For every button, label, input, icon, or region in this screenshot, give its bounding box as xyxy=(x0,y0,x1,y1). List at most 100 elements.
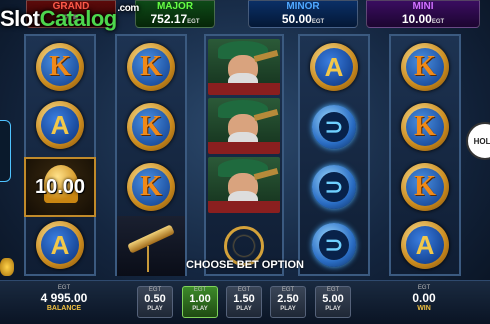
k-symbol-letter: K xyxy=(41,48,79,86)
bet-play-label: PLAY xyxy=(147,306,163,312)
a-symbol-letter: A xyxy=(406,226,444,264)
reel-2: K K K xyxy=(115,34,187,276)
bottom-control-bar: EGT 4 995.00 BALANCE EGT 0.50 PLAY EGT 1… xyxy=(0,280,490,324)
watermark-logo: SlotCatalog .com xyxy=(0,3,139,32)
a-symbol-letter: A xyxy=(41,106,79,144)
reel-5-cell-1: K xyxy=(391,38,459,96)
k-symbol-icon: K xyxy=(127,103,175,151)
bet-value: 1.00 xyxy=(189,293,211,305)
a-symbol-icon: A xyxy=(36,221,84,269)
bet-button-1-50[interactable]: EGT 1.50 PLAY xyxy=(226,286,262,318)
k-symbol-letter: K xyxy=(406,48,444,86)
paytable-coin-icon[interactable] xyxy=(0,258,14,276)
reel-2-cell-2: K xyxy=(117,98,185,156)
reel-1-cell-4: A xyxy=(26,216,94,274)
k-symbol-icon: K xyxy=(127,163,175,211)
jackpot-major-egt: EGT xyxy=(187,19,200,25)
bet-value: 1.50 xyxy=(233,293,255,305)
jackpot-mini: MINI 10.00EGT xyxy=(366,0,480,28)
a-symbol-letter: A xyxy=(41,226,79,264)
watermark-slot: Slot xyxy=(0,6,40,31)
k-symbol-letter: K xyxy=(406,108,444,146)
jackpot-major-name: MAJOR xyxy=(156,1,194,12)
reel-3-cell-3 xyxy=(206,156,282,214)
bell-bonus-value: 10.00 xyxy=(34,175,86,198)
jackpot-minor-name: MINOR xyxy=(286,1,320,12)
reel-2-cell-1: K xyxy=(117,38,185,96)
k-symbol-icon: K xyxy=(401,163,449,211)
k-symbol-letter: K xyxy=(132,108,170,146)
bet-button-2-50[interactable]: EGT 2.50 PLAY xyxy=(270,286,306,318)
jackpot-minor-amount: 50.00 xyxy=(281,12,312,26)
telescope-icon xyxy=(127,224,175,254)
a-symbol-icon: A xyxy=(401,221,449,269)
k-symbol-letter: K xyxy=(406,168,444,206)
reel-5: K K K A xyxy=(389,34,461,276)
bet-play-label: PLAY xyxy=(192,306,208,312)
jackpot-minor-value: 50.00EGT xyxy=(249,12,357,29)
k-symbol-letter: K xyxy=(132,48,170,86)
k-symbol-letter: K xyxy=(132,168,170,206)
bet-button-5-00[interactable]: EGT 5.00 PLAY xyxy=(315,286,351,318)
a-symbol-icon: A xyxy=(36,101,84,149)
jackpot-major-value: 752.17EGT xyxy=(136,12,214,29)
choose-bet-message: CHOOSE BET OPTION xyxy=(186,259,304,271)
tripod-icon xyxy=(147,246,149,272)
jackpot-mini-value: 10.00EGT xyxy=(367,12,479,29)
bet-value: 2.50 xyxy=(277,293,299,305)
win-label: WIN xyxy=(417,305,431,312)
jackpot-major-amount: 752.17 xyxy=(150,12,188,26)
blue-ring-icon: ⊃ xyxy=(312,165,356,209)
jackpot-minor: MINOR 50.00EGT xyxy=(248,0,358,28)
astronomer-portrait-icon xyxy=(208,98,280,154)
k-symbol-icon: K xyxy=(401,43,449,91)
bet-play-label: PLAY xyxy=(280,306,296,312)
jackpot-mini-egt: EGT xyxy=(431,19,445,25)
bet-button-0-50[interactable]: EGT 0.50 PLAY xyxy=(137,286,173,318)
reel-3-cell-2 xyxy=(206,97,282,155)
reel-5-cell-3: K xyxy=(391,158,459,216)
reel-1: K A 10.00 A xyxy=(24,34,96,276)
win-amount: 0.00 xyxy=(412,291,436,305)
game-stage: GRAND 7 5 MAJOR 752.17EGT MINOR 50.00EGT… xyxy=(0,0,490,324)
reel-2-cell-3: K xyxy=(117,158,185,216)
bet-play-label: PLAY xyxy=(325,306,341,312)
watermark-catalog: Catalog xyxy=(39,6,118,31)
reel-4-cell-1: A xyxy=(300,38,368,96)
blue-ring-icon: ⊃ xyxy=(312,105,356,149)
reel-4-cell-3: ⊃ xyxy=(300,158,368,216)
reel-1-cell-1: K xyxy=(26,38,94,96)
jackpot-mini-name: MINI xyxy=(412,1,434,12)
reel-3-cell-1 xyxy=(206,38,282,96)
bet-value: 5.00 xyxy=(322,293,344,305)
a-symbol-icon: A xyxy=(310,43,358,91)
k-symbol-icon: K xyxy=(36,43,84,91)
reel-4-cell-2: ⊃ xyxy=(300,98,368,156)
balance-amount: 4 995.00 xyxy=(40,291,88,305)
bet-value: 0.50 xyxy=(144,293,166,305)
reel-3 xyxy=(204,34,284,276)
watermark-com: .com xyxy=(117,3,139,14)
reel-5-cell-4: A xyxy=(391,216,459,274)
win-display: EGT 0.00 WIN xyxy=(396,285,452,312)
reel-1-cell-2: A xyxy=(26,96,94,154)
reel-5-cell-2: K xyxy=(391,98,459,156)
k-symbol-icon: K xyxy=(127,43,175,91)
bell-bonus-cell: 10.00 xyxy=(24,157,96,217)
jackpot-minor-egt: EGT xyxy=(311,19,325,25)
balance-label: BALANCE xyxy=(46,305,82,312)
astronomer-portrait-icon xyxy=(208,39,280,95)
ring-glyph: ⊃ xyxy=(319,112,349,142)
ring-glyph: ⊃ xyxy=(319,230,349,260)
jackpot-major: MAJOR 752.17EGT xyxy=(135,0,215,28)
jackpot-mini-amount: 10.00 xyxy=(401,12,432,26)
bet-button-1-00[interactable]: EGT 1.00 PLAY xyxy=(182,286,218,318)
astronomer-portrait-icon xyxy=(208,157,280,213)
bet-play-label: PLAY xyxy=(236,306,252,312)
balance-display: EGT 4 995.00 BALANCE xyxy=(28,285,100,312)
side-menu-button[interactable] xyxy=(0,120,11,182)
hold-button[interactable]: HOLD xyxy=(466,122,490,160)
a-symbol-letter: A xyxy=(315,48,353,86)
ring-glyph: ⊃ xyxy=(319,172,349,202)
k-symbol-icon: K xyxy=(401,103,449,151)
